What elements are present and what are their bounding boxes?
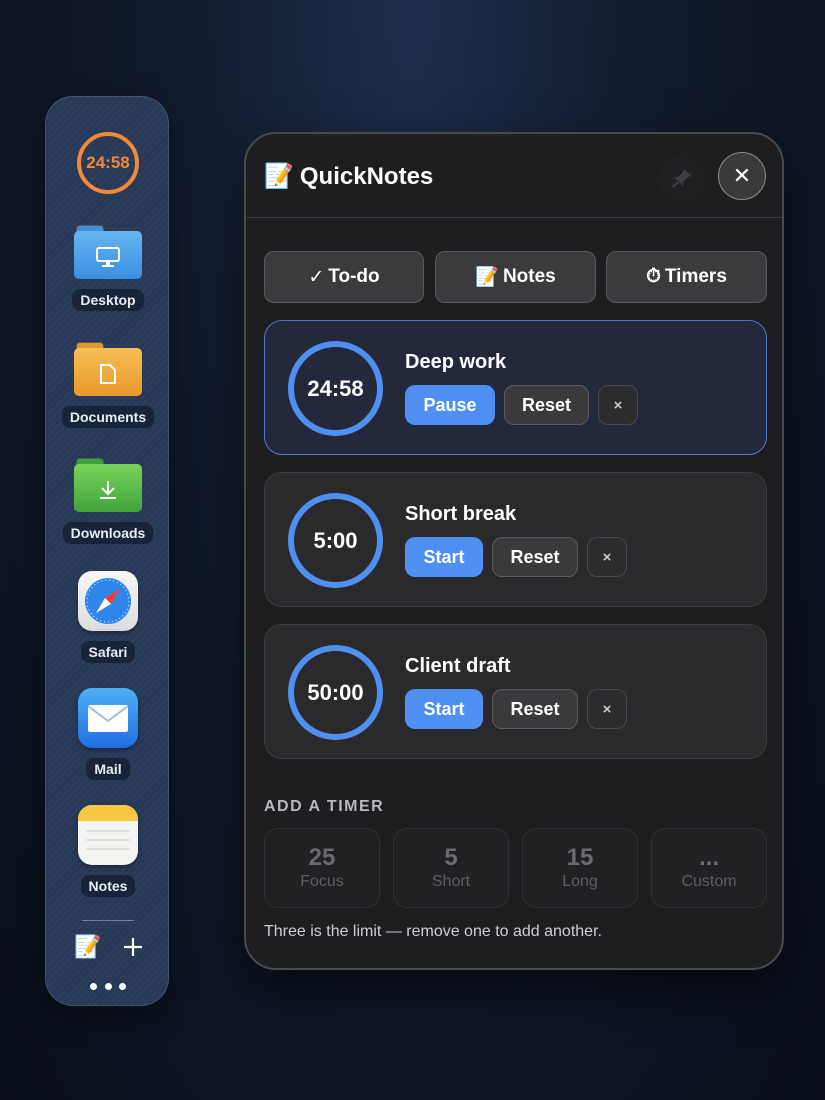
dock-item-label: Documents (61, 406, 155, 428)
reset-button[interactable]: Reset (504, 385, 589, 425)
stopwatch-icon: ⏱ (646, 266, 661, 287)
documents-folder-icon (74, 342, 142, 396)
dock-item-label: Downloads (62, 522, 154, 544)
timer-progress-ring: 24:58 (288, 341, 383, 436)
reset-button[interactable]: Reset (492, 689, 578, 729)
dock-item-notes[interactable]: Notes (46, 805, 170, 897)
timer-card-client-draft: 50:00 Client draft Start Reset × (264, 624, 767, 759)
preset-label: Focus (300, 873, 344, 890)
timer-progress-ring: 5:00 (288, 493, 383, 588)
tab-todo[interactable]: ✓ To-do (264, 251, 424, 303)
dock-item-label: Notes (80, 875, 136, 897)
preset-custom[interactable]: ... Custom (651, 828, 767, 908)
preset-value: ... (698, 844, 719, 871)
preset-short[interactable]: 5 Short (393, 828, 509, 908)
pin-icon (672, 169, 691, 188)
timer-controls: Start Reset × (405, 537, 627, 577)
remove-timer-button[interactable]: × (587, 537, 627, 577)
preset-label: Long (562, 873, 598, 890)
timer-name: Deep work (405, 351, 507, 373)
dock-timer-badge[interactable]: 24:58 (77, 132, 139, 194)
reset-button[interactable]: Reset (492, 537, 578, 577)
panel-title-text: QuickNotes (299, 162, 434, 190)
preset-value: 25 (308, 844, 336, 871)
tab-label: Notes (502, 266, 556, 287)
tab-timers[interactable]: ⏱ Timers (606, 251, 767, 303)
dock-item-label: Safari (80, 641, 136, 663)
notes-app-icon (78, 805, 138, 865)
dock-item-label: Desktop (72, 289, 144, 311)
dock-quick-actions: 📝 (74, 933, 144, 961)
quicknotes-memo-icon[interactable]: 📝 (74, 933, 101, 961)
safari-compass-icon (78, 571, 138, 631)
dock-item-safari[interactable]: Safari (46, 571, 170, 663)
tab-notes[interactable]: 📝 Notes (435, 251, 596, 303)
pause-button[interactable]: Pause (405, 385, 495, 425)
preset-label: Short (431, 873, 471, 890)
preset-label: Custom (681, 873, 737, 890)
remove-timer-button[interactable]: × (587, 689, 627, 729)
timer-card-deep-work: 24:58 Deep work Pause Reset × (264, 320, 767, 455)
checkmark-icon: ✓ (308, 266, 325, 288)
tab-label: Timers (664, 266, 727, 287)
timer-name: Client draft (405, 655, 511, 677)
start-button[interactable]: Start (405, 537, 483, 577)
preset-value: 5 (444, 844, 458, 871)
timer-progress-ring: 50:00 (288, 645, 383, 740)
timer-presets: 25 Focus 5 Short 15 Long ... Custom (264, 828, 767, 908)
close-icon: ✕ (732, 163, 752, 188)
timer-controls: Pause Reset × (405, 385, 638, 425)
dock-divider (82, 920, 134, 921)
preset-value: 15 (566, 844, 594, 871)
dock-item-downloads[interactable]: Downloads (46, 454, 170, 544)
memo-icon: 📝 (475, 267, 499, 288)
timer-card-short-break: 5:00 Short break Start Reset × (264, 472, 767, 607)
pin-button[interactable] (658, 154, 706, 202)
add-plus-icon[interactable] (122, 936, 144, 958)
timer-controls: Start Reset × (405, 689, 627, 729)
remove-timer-button[interactable]: × (598, 385, 638, 425)
dock-item-label: Mail (86, 758, 130, 780)
dock-item-documents[interactable]: Documents (46, 338, 170, 428)
timer-limit-note: Three is the limit — remove one to add a… (264, 923, 602, 940)
tab-bar: ✓ To-do 📝 Notes ⏱ Timers (264, 251, 767, 303)
more-dots-icon[interactable] (90, 981, 126, 991)
memo-icon: 📝 (264, 163, 294, 190)
quicknotes-panel: 📝 QuickNotes ✕ ✓ To-do 📝 Notes ⏱ Timers … (244, 132, 784, 970)
mail-envelope-icon (78, 688, 138, 748)
add-timer-heading: ADD A TIMER (264, 798, 385, 815)
tab-label: To-do (328, 266, 380, 287)
preset-long[interactable]: 15 Long (522, 828, 638, 908)
dock: 24:58 Desktop Documents Downloads Safari… (45, 96, 169, 1006)
downloads-folder-icon (74, 458, 142, 512)
dock-item-desktop[interactable]: Desktop (46, 221, 170, 311)
panel-title: 📝 QuickNotes (264, 162, 433, 191)
close-button[interactable]: ✕ (718, 152, 766, 200)
dock-item-mail[interactable]: Mail (46, 688, 170, 780)
panel-header: 📝 QuickNotes ✕ (246, 134, 782, 218)
desktop-folder-icon (74, 225, 142, 279)
start-button[interactable]: Start (405, 689, 483, 729)
timer-name: Short break (405, 503, 517, 525)
preset-focus[interactable]: 25 Focus (264, 828, 380, 908)
